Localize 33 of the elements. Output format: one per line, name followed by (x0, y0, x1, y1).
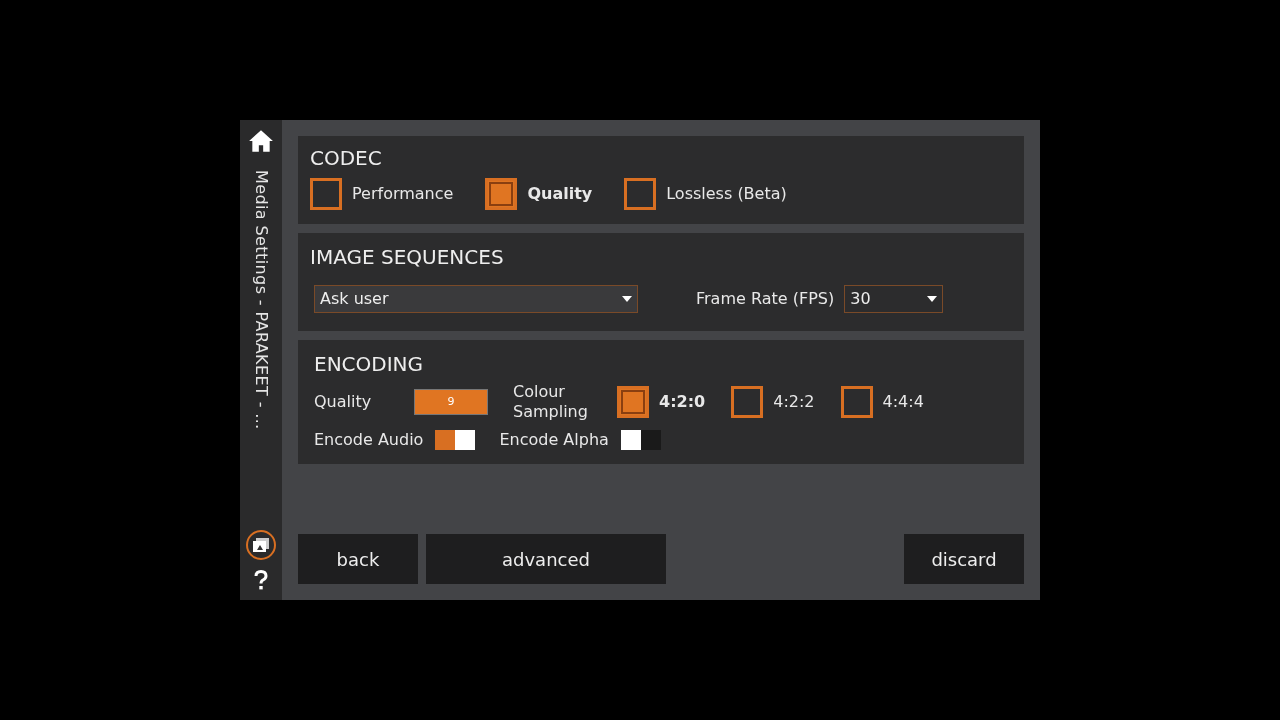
caret-icon (622, 296, 632, 302)
option-label: 4:4:4 (882, 391, 924, 413)
option-label: Performance (352, 183, 454, 205)
action-button[interactable]: back (298, 534, 418, 584)
dropdown[interactable]: Ask user (314, 285, 638, 313)
toggle-label: Encode Alpha (499, 429, 609, 451)
media-icon[interactable] (246, 530, 276, 560)
dropdown[interactable]: 30 (844, 285, 944, 313)
action-button[interactable]: advanced (426, 534, 666, 584)
checkbox[interactable] (731, 386, 764, 418)
option-label: Lossless (Beta) (666, 183, 787, 205)
section-title: IMAGE SEQUENCES (310, 247, 505, 267)
home-icon[interactable] (248, 128, 274, 154)
option-label: 4:2:2 (773, 391, 815, 413)
checkbox[interactable] (840, 386, 873, 418)
toggle-label: Encode Audio (314, 429, 424, 451)
action-button[interactable]: discard (904, 534, 1024, 584)
checkbox[interactable] (485, 178, 518, 210)
checkbox[interactable] (617, 386, 649, 418)
checkbox[interactable] (310, 178, 342, 210)
section-title: CODEC (310, 148, 383, 168)
field-label: Quality (314, 391, 373, 413)
caret-icon (927, 296, 938, 302)
sidebar-title: Media Settings - PARAKEET - … (251, 170, 272, 430)
field-label: Colour Sampling (513, 382, 589, 422)
option-label: 4:2:0 (659, 391, 706, 413)
field-label: Frame Rate (FPS) (696, 288, 835, 310)
checkbox[interactable] (624, 178, 657, 210)
option-label: Quality (527, 183, 593, 205)
toggle-switch[interactable] (620, 430, 661, 450)
section-title: ENCODING (314, 354, 425, 374)
help-icon[interactable] (254, 570, 268, 590)
toggle-switch[interactable] (435, 430, 476, 450)
